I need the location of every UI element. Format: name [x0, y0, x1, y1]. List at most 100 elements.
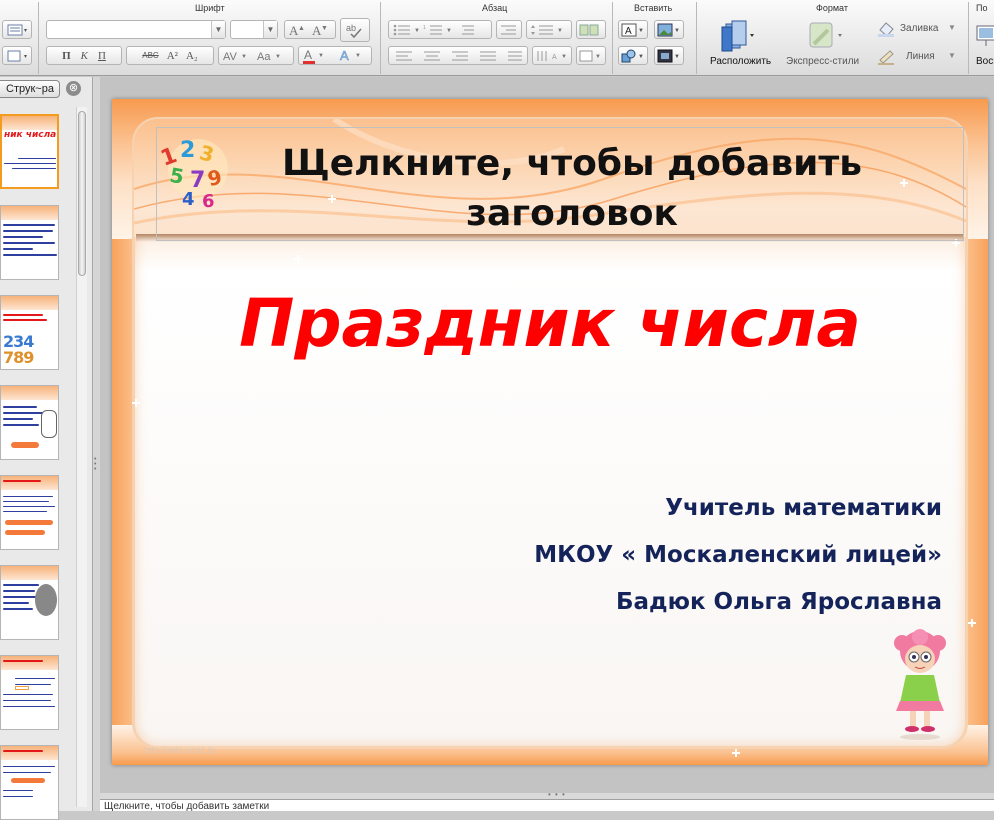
- thumbnail-scrollbar[interactable]: [76, 107, 87, 807]
- author-position[interactable]: Учитель математики: [665, 495, 942, 521]
- insert-group-title: Вставить: [634, 3, 673, 13]
- slide-thumbnail-7[interactable]: [0, 655, 59, 730]
- svg-text:▼: ▼: [355, 53, 361, 59]
- chevron-down-icon[interactable]: ▼: [948, 51, 956, 60]
- insert-textbox-button[interactable]: A ▼: [618, 20, 648, 39]
- svg-text:A: A: [340, 48, 349, 63]
- font-color-buttons[interactable]: A ▼ A ▼: [298, 46, 372, 65]
- svg-text:▼: ▼: [414, 28, 420, 34]
- slide-thumbnail-8[interactable]: [0, 745, 59, 820]
- slide-thumbnail-4[interactable]: [0, 385, 59, 460]
- indent-button[interactable]: [496, 20, 522, 39]
- fill-label: Заливка: [900, 23, 939, 34]
- font-style-buttons: П К П: [46, 46, 122, 65]
- slide-thumbnail-2[interactable]: [0, 205, 59, 280]
- subscript-button[interactable]: A₂: [186, 50, 198, 62]
- font-name-field[interactable]: ▼: [46, 20, 226, 39]
- svg-text:▼: ▼: [318, 53, 324, 59]
- panel-splitter[interactable]: • • •: [93, 77, 100, 811]
- indent-icon: [501, 25, 516, 34]
- fill-button[interactable]: Заливка ▼: [876, 20, 960, 40]
- bold-button[interactable]: П: [62, 50, 71, 62]
- quick-styles-icon: [809, 22, 842, 48]
- spacing-case-buttons[interactable]: AV ▼ Aa ▼: [218, 46, 294, 65]
- sparkle-icon: [732, 749, 740, 757]
- chevron-down-icon[interactable]: ▼: [948, 23, 956, 32]
- chevron-down-icon[interactable]: ▼: [211, 21, 225, 38]
- title-placeholder-text[interactable]: Щелкните, чтобы добавить заголовок: [222, 139, 922, 239]
- paint-bucket-icon: [878, 22, 894, 37]
- line-spacing-button[interactable]: ▼: [526, 20, 572, 39]
- close-icon[interactable]: ⊗: [66, 81, 81, 96]
- underline-button[interactable]: П: [98, 50, 106, 62]
- line-button[interactable]: Линия ▼: [876, 48, 960, 68]
- font-size-field[interactable]: ▼: [230, 20, 278, 39]
- line-label: Линия: [906, 51, 935, 62]
- svg-text:Aa: Aa: [257, 51, 271, 63]
- paragraph-group-title: Абзац: [482, 3, 508, 13]
- notes-pane[interactable]: Щелкните, чтобы добавить заметки: [100, 799, 994, 811]
- slide-thumbnail-6[interactable]: [0, 565, 59, 640]
- svg-text:1: 1: [423, 25, 426, 31]
- svg-text:▼: ▼: [321, 25, 328, 32]
- quick-styles-button[interactable]: Экспресс-стили: [784, 14, 868, 72]
- sparkle-icon: [968, 619, 976, 627]
- media-icon: ▼: [657, 49, 680, 62]
- layout-button[interactable]: [2, 20, 32, 39]
- author-name[interactable]: Бадюк Ольга Ярославна: [616, 589, 942, 615]
- arrange-button[interactable]: Расположить: [706, 14, 776, 72]
- quick-styles-label: Экспресс-стили: [786, 56, 860, 67]
- text-direction-button[interactable]: A ▼: [532, 46, 572, 65]
- insert-picture-button[interactable]: ▼: [654, 20, 684, 39]
- chevron-down-icon[interactable]: ▼: [263, 21, 277, 38]
- slide-thumbnail-1[interactable]: ник числа: [0, 114, 59, 189]
- slideshow-label[interactable]: Восп: [976, 56, 994, 67]
- alignment-buttons[interactable]: [388, 46, 528, 65]
- spellcheck-button[interactable]: ab: [340, 18, 370, 42]
- svg-text:▼: ▼: [241, 54, 247, 60]
- author-school[interactable]: МКОУ « Москаленский лицей»: [534, 542, 942, 568]
- text-direction-icon: A ▼: [537, 50, 567, 61]
- text-box-icon: ▼: [579, 50, 601, 61]
- svg-text:▼: ▼: [446, 28, 452, 34]
- text-effect-buttons: ABC A² A₂: [126, 46, 214, 65]
- line-spacing-icon: ▼: [531, 24, 563, 35]
- svg-text:A: A: [625, 26, 632, 37]
- main-title[interactable]: Праздник числа: [152, 285, 948, 362]
- font-grow-shrink-buttons[interactable]: A ▲ A ▼: [284, 20, 336, 39]
- doll-clipart: [894, 629, 946, 740]
- slide-canvas[interactable]: 1 2 3 5 7 9 4 6 Щелкните, чтобы добавить…: [112, 99, 988, 765]
- text-box-align-button[interactable]: ▼: [576, 46, 606, 65]
- list-buttons[interactable]: 1 ▼ ▼: [388, 20, 492, 39]
- columns-button[interactable]: [576, 20, 606, 39]
- insert-shape-button[interactable]: ▼: [618, 46, 648, 65]
- align-icons: [396, 51, 522, 60]
- notes-placeholder[interactable]: Щелкните, чтобы добавить заметки: [104, 801, 269, 811]
- svg-text:▼: ▼: [557, 28, 563, 34]
- playback-group-title: По: [976, 3, 988, 13]
- sparkle-icon: [132, 399, 140, 407]
- italic-button[interactable]: К: [81, 50, 88, 62]
- watermark-url: http://aida.ucoz.ru: [144, 745, 216, 755]
- slide-thumbnail-3[interactable]: 234 789: [0, 295, 59, 370]
- font-color-icon: A ▼ A ▼: [303, 48, 361, 64]
- ribbon-toolbar: Шрифт ▼ ▼ A ▲ A ▼ ab П К П ABC A² A₂ AV ▼ Aa ▼…: [0, 0, 994, 76]
- svg-text:▼: ▼: [561, 54, 567, 60]
- slide-navigator-panel: Струк~ра ⊗ ник числа 234 789: [0, 77, 93, 820]
- sparkle-icon: [294, 255, 302, 263]
- superscript-button[interactable]: A²: [167, 50, 178, 62]
- svg-text:ab: ab: [346, 23, 356, 33]
- svg-text:▼: ▼: [674, 28, 680, 34]
- slide-thumbnail-5[interactable]: [0, 475, 59, 550]
- section-button[interactable]: [2, 46, 32, 65]
- svg-text:AV: AV: [223, 51, 238, 63]
- svg-text:▼: ▼: [674, 54, 680, 60]
- structure-tab[interactable]: Струк~ра: [0, 80, 60, 98]
- insert-media-button[interactable]: ▼: [654, 46, 684, 65]
- scrollbar-thumb[interactable]: [78, 111, 86, 276]
- slide-editing-area: 1 2 3 5 7 9 4 6 Щелкните, чтобы добавить…: [100, 77, 994, 793]
- svg-text:▼: ▼: [595, 54, 601, 60]
- slideshow-icon[interactable]: [974, 22, 994, 48]
- svg-text:▲: ▲: [298, 25, 305, 32]
- strikethrough-button[interactable]: ABC: [142, 51, 158, 60]
